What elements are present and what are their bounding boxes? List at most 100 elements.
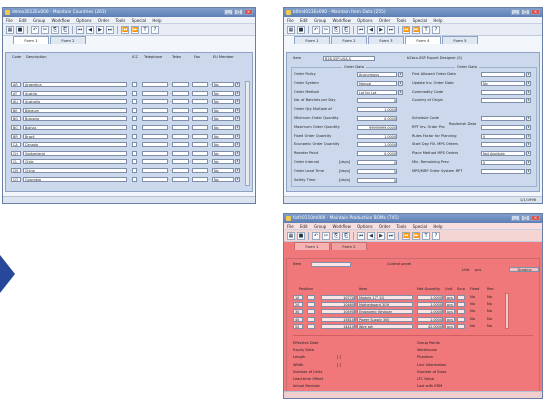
chevron-down-icon[interactable]: ▾ — [235, 116, 240, 122]
order-field-value[interactable]: 1.0000 — [357, 107, 397, 113]
unit-field[interactable]: pcs — [445, 302, 455, 308]
previous-set-icon[interactable]: ⏪ — [402, 231, 410, 240]
telephone-field[interactable] — [142, 125, 168, 130]
order-field-value[interactable]: 0 — [481, 133, 525, 139]
previous-set-icon[interactable]: ⏪ — [402, 25, 410, 34]
icc-checkbox[interactable] — [132, 133, 137, 139]
telex-field[interactable] — [172, 107, 189, 113]
eu-member-select[interactable]: No — [212, 133, 234, 139]
fax-field[interactable] — [192, 99, 208, 105]
menu-help[interactable]: Help — [152, 18, 161, 23]
net-quantity-field[interactable]: 1.0000 — [417, 316, 443, 322]
item-description-field[interactable]: Power Supply 300 — [357, 316, 413, 322]
save-icon[interactable]: ■ — [297, 231, 305, 240]
unit-field[interactable]: pcs — [445, 309, 455, 315]
menu-group[interactable]: Group — [33, 18, 45, 23]
eu-member-select[interactable]: No — [212, 82, 234, 87]
country-code-field[interactable]: BR — [11, 133, 21, 139]
icc-checkbox[interactable] — [132, 168, 137, 173]
country-description-field[interactable]: Argentina — [23, 82, 127, 87]
menu-file[interactable]: File — [287, 224, 294, 229]
previous-record-icon[interactable]: ◀ — [367, 231, 375, 240]
menu-workflow[interactable]: Workflow — [332, 224, 350, 229]
menu-workflow[interactable]: Workflow — [51, 18, 69, 23]
menu-options[interactable]: Options — [357, 18, 372, 23]
seq-field[interactable] — [307, 302, 315, 308]
maximize-icon[interactable]: □ — [521, 9, 530, 15]
order-field-value[interactable] — [481, 72, 525, 77]
position-field[interactable]: 40 — [293, 316, 303, 322]
fax-field[interactable] — [192, 107, 208, 113]
order-field-value[interactable] — [481, 168, 525, 174]
text-icon[interactable]: T — [422, 231, 430, 240]
order-field-value[interactable]: 0 — [481, 160, 525, 165]
help-icon[interactable]: ? — [151, 25, 159, 34]
icc-checkbox[interactable] — [132, 82, 137, 87]
menu-options[interactable]: Options — [357, 224, 372, 229]
eu-member-select[interactable]: No — [212, 150, 234, 156]
net-quantity-field[interactable]: 1.0000 — [417, 309, 443, 315]
menu-file[interactable]: File — [6, 18, 13, 23]
menu-options[interactable]: Options — [76, 18, 91, 23]
scrap-field[interactable] — [457, 316, 465, 322]
tab-form-3[interactable]: Form 3 — [368, 36, 404, 44]
seq-field[interactable] — [307, 316, 315, 322]
country-code-field[interactable]: AU — [11, 99, 21, 105]
unit-field[interactable]: pcs — [445, 316, 455, 322]
next-set-icon[interactable]: ⏩ — [412, 231, 420, 240]
minimize-icon[interactable]: _ — [511, 215, 520, 221]
seq-field[interactable] — [307, 323, 315, 329]
chevron-down-icon[interactable]: ▾ — [235, 168, 240, 173]
icc-checkbox[interactable] — [132, 142, 137, 148]
item-description-field[interactable]: Motherboard 3GH — [357, 302, 413, 308]
maximize-icon[interactable]: □ — [234, 9, 243, 15]
chevron-down-icon[interactable]: ▾ — [235, 142, 240, 148]
order-field-value[interactable]: 0.0000 — [357, 116, 397, 121]
scrap-field[interactable] — [457, 309, 465, 315]
telex-field[interactable] — [172, 150, 189, 156]
order-field-value[interactable]: 1.0000 — [357, 142, 397, 148]
unit-field[interactable]: pcs — [445, 295, 455, 300]
chevron-down-icon[interactable]: ▾ — [526, 98, 531, 104]
country-code-field[interactable]: CA — [11, 142, 21, 148]
eu-member-select[interactable]: No — [212, 176, 234, 182]
eu-member-select[interactable]: No — [212, 99, 234, 105]
position-field[interactable]: 10 — [293, 295, 303, 300]
order-field-value[interactable] — [481, 142, 525, 148]
undo-icon[interactable]: ↶ — [31, 25, 39, 34]
scrap-field[interactable] — [457, 323, 465, 329]
help-icon[interactable]: ? — [432, 25, 440, 34]
tab-form-2[interactable]: Form 2 — [50, 36, 86, 44]
scrap-field[interactable] — [457, 295, 465, 300]
telex-field[interactable] — [172, 125, 189, 130]
previous-set-icon[interactable]: ⏪ — [121, 25, 129, 34]
seq-field[interactable] — [307, 295, 315, 300]
menu-edit[interactable]: Edit — [19, 18, 27, 23]
menu-tools[interactable]: Tools — [116, 18, 126, 23]
seq-field[interactable] — [307, 309, 315, 315]
menu-edit[interactable]: Edit — [300, 18, 308, 23]
order-field-value[interactable]: 99999999.0000 — [357, 124, 397, 130]
country-description-field[interactable]: Bolivia — [23, 125, 127, 130]
fax-field[interactable] — [192, 90, 208, 96]
menu-group[interactable]: Group — [314, 224, 326, 229]
cut-icon[interactable]: ✂ — [322, 25, 330, 34]
menu-special[interactable]: Special — [413, 224, 427, 229]
fax-field[interactable] — [192, 82, 208, 87]
close-icon[interactable]: × — [244, 9, 253, 15]
country-description-field[interactable]: Switzerland — [23, 150, 127, 156]
icc-checkbox[interactable] — [132, 90, 137, 96]
chevron-down-icon[interactable]: ▾ — [235, 133, 240, 139]
country-description-field[interactable]: Chile — [23, 159, 127, 165]
scrap-field[interactable] — [457, 302, 465, 308]
position-field[interactable]: 50 — [293, 323, 303, 329]
chevron-down-icon[interactable]: ▾ — [235, 90, 240, 96]
order-field-value[interactable]: 0 — [357, 177, 397, 183]
chevron-down-icon[interactable]: ▾ — [235, 159, 240, 165]
net-quantity-field[interactable]: 42.0000 — [417, 323, 443, 329]
tab-form-1[interactable]: Form 1 — [294, 242, 330, 250]
order-field-value[interactable]: Anonymous — [357, 72, 397, 77]
item-code-field[interactable]: B2B-SSP-USA-S — [323, 56, 375, 61]
undo-icon[interactable]: ↶ — [312, 231, 320, 240]
next-record-icon[interactable]: ▶ — [377, 25, 385, 34]
